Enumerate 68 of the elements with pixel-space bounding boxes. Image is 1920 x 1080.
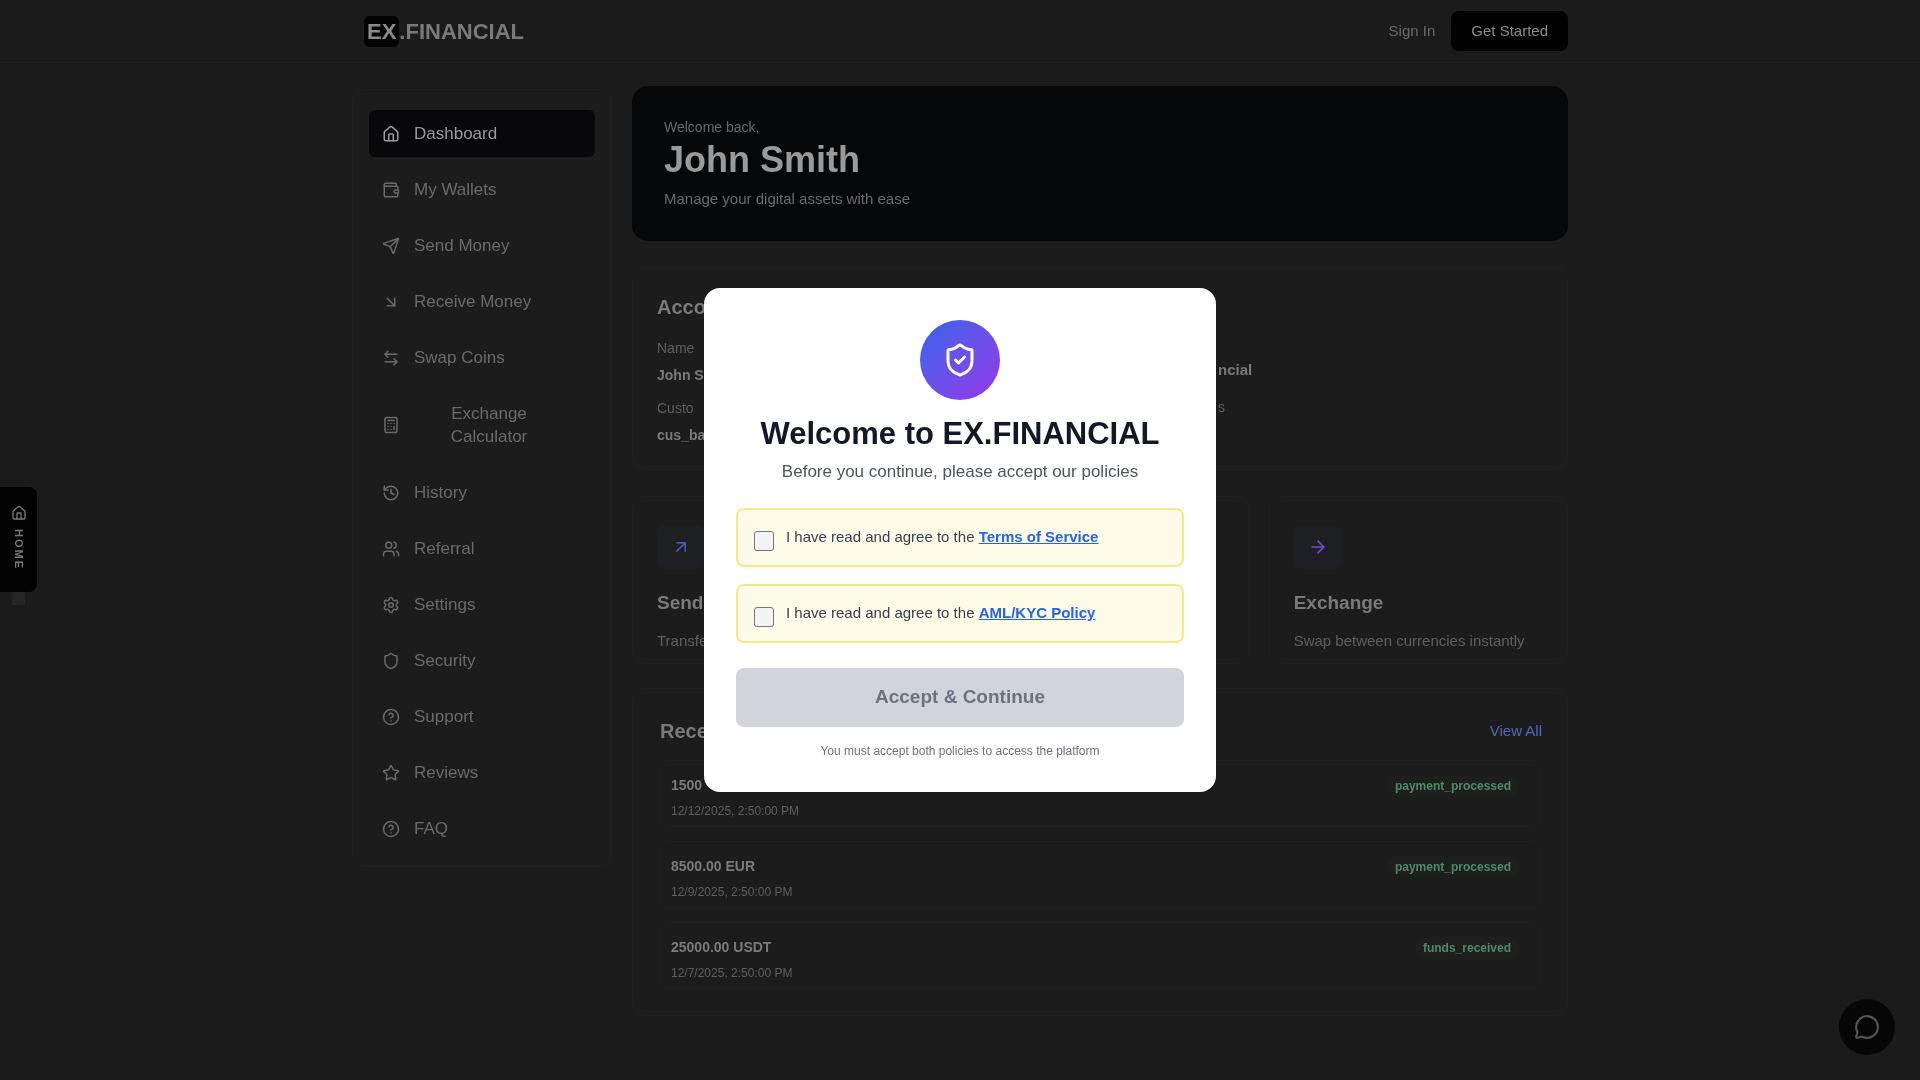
users-icon (382, 539, 400, 558)
paper-plane-icon (382, 236, 400, 255)
action-card[interactable]: Exchange Swap between currencies instantly (1268, 496, 1568, 664)
card-title: Acco (657, 295, 706, 320)
checkbox[interactable] (754, 606, 774, 627)
sidebar-item[interactable]: Settings (369, 581, 595, 628)
tab-handle (12, 592, 25, 605)
sidebar-item[interactable]: Reviews (369, 749, 595, 796)
home-icon (10, 505, 27, 521)
transaction-amount: 1500 (671, 776, 703, 795)
transaction-date: 12/9/2025, 2:50:00 PM (671, 884, 793, 901)
user-name: John Smith (664, 138, 861, 182)
field-label: s (1218, 399, 1225, 415)
chat-bubble-icon (1854, 1014, 1880, 1040)
action-title: Exchange (1293, 591, 1384, 615)
transaction-row[interactable]: 25000.00 USDT 12/7/2025, 2:50:00 PM funds_received (660, 922, 1540, 989)
star-icon (382, 763, 400, 782)
field-label: Name (657, 339, 695, 358)
transaction-date: 12/12/2025, 2:50:00 PM (671, 803, 800, 820)
view-all-link[interactable]: View All (1489, 719, 1542, 743)
transaction-amount: 8500.00 EUR (671, 857, 756, 876)
sidebar-item[interactable]: Exchange Calculator (369, 390, 595, 460)
sidebar-item[interactable]: FAQ (369, 805, 595, 852)
tagline-text: Manage your digital assets with ease (664, 189, 911, 209)
shield-icon (382, 651, 400, 670)
sidebar-item[interactable]: History (369, 469, 595, 516)
field-value: ncial (1218, 361, 1253, 378)
policy-option[interactable]: I have read and agree to the AML/KYC Policy (736, 584, 1184, 643)
dialog-subtitle: Before you continue, please accept our policies (781, 461, 1139, 483)
sidebar-item[interactable]: Support (369, 693, 595, 740)
greeting-text: Welcome back, (664, 118, 761, 137)
dialog-title: Welcome to EX.FINANCIAL (760, 415, 1160, 453)
sidebar-item[interactable]: Receive Money (369, 278, 595, 325)
sidebar-item[interactable]: My Wallets (369, 166, 595, 213)
logo-text: .FINANCIAL (399, 17, 524, 46)
policy-text: I have read and agree to the AML/KYC Policy (786, 603, 1096, 624)
calculator-icon (382, 416, 400, 434)
policy-link[interactable]: Terms of Service (978, 528, 1099, 546)
chat-button[interactable] (1839, 999, 1895, 1055)
field-value: John S (657, 366, 704, 385)
policy-link[interactable]: AML/KYC Policy (978, 604, 1096, 622)
wallet-icon (382, 180, 400, 199)
sidebar-item[interactable]: Dashboard (369, 110, 595, 157)
help-icon (382, 819, 400, 838)
checkbox[interactable] (754, 530, 774, 551)
get-started-button[interactable]: Get Started (1451, 11, 1568, 51)
help-icon (382, 707, 400, 726)
action-description: Swap between currencies instantly (1293, 630, 1525, 651)
transaction-date: 12/7/2025, 2:50:00 PM (671, 965, 793, 982)
home-side-tab[interactable]: HOME (0, 487, 37, 592)
field-label: Custo (657, 399, 694, 418)
swap-arrows-icon (382, 348, 400, 367)
home-icon (382, 124, 400, 143)
logo-badge: EX (364, 15, 400, 47)
transaction-row[interactable]: 8500.00 EUR 12/9/2025, 2:50:00 PM payment_processed (660, 841, 1540, 908)
transaction-amount: 25000.00 USDT (671, 938, 772, 957)
sidebar-item[interactable]: Security (369, 637, 595, 684)
sign-in-link[interactable]: Sign In (1388, 19, 1436, 43)
action-title: Send (657, 591, 704, 615)
sidebar-item[interactable]: Swap Coins (369, 334, 595, 381)
field-value: cus_ba (657, 426, 706, 445)
policy-option[interactable]: I have read and agree to the Terms of Service (736, 508, 1184, 567)
sidebar-item[interactable]: Referral (369, 525, 595, 572)
settings-icon (382, 595, 400, 614)
sidebar-item[interactable]: Send Money (369, 222, 595, 269)
history-icon (382, 483, 400, 502)
dialog-note: You must accept both policies to access the platform (820, 743, 1100, 759)
policy-text: I have read and agree to the Terms of Service (786, 527, 1099, 548)
